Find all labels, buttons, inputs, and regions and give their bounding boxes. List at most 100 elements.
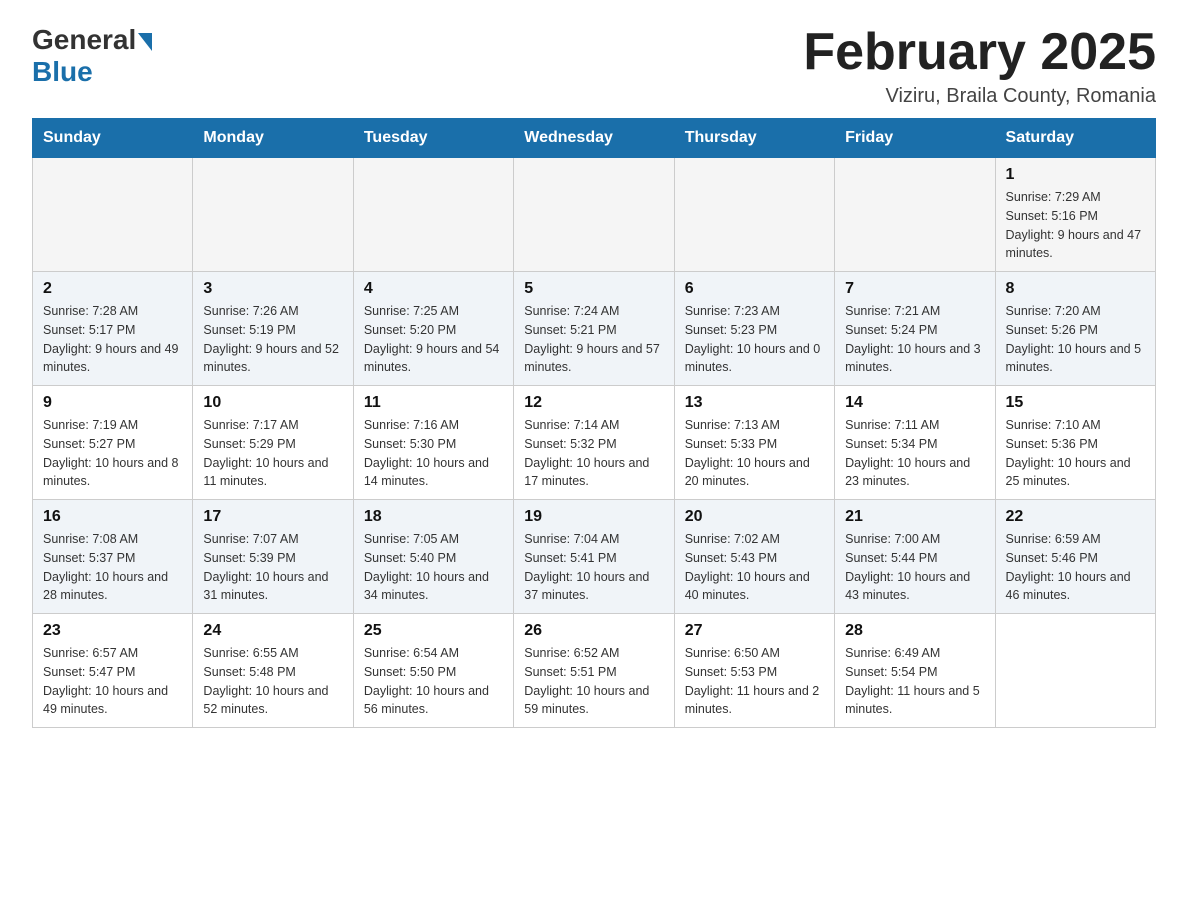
calendar-body: 1 Sunrise: 7:29 AM Sunset: 5:16 PM Daylig… [33, 158, 1156, 728]
calendar-cell: 25 Sunrise: 6:54 AM Sunset: 5:50 PM Dayli… [353, 614, 513, 728]
calendar-subtitle: Viziru, Braila County, Romania [803, 85, 1156, 108]
day-number: 3 [203, 280, 342, 298]
calendar-week-row: 1 Sunrise: 7:29 AM Sunset: 5:16 PM Daylig… [33, 158, 1156, 272]
day-number: 25 [364, 622, 503, 640]
calendar-cell: 28Sunrise: 6:49 AM Sunset: 5:54 PM Dayli… [835, 614, 995, 728]
calendar-cell [353, 158, 513, 272]
calendar-cell: 1 Sunrise: 7:29 AM Sunset: 5:16 PM Daylig… [995, 158, 1155, 272]
day-info: Sunrise: 7:10 AM Sunset: 5:36 PM Dayligh… [1006, 416, 1145, 491]
day-of-week-header: Friday [835, 119, 995, 158]
day-number: 15 [1006, 394, 1145, 412]
day-info: Sunrise: 7:04 AM Sunset: 5:41 PM Dayligh… [524, 530, 663, 605]
page-header: General Blue February 2025 Viziru, Brail… [32, 24, 1156, 108]
day-number: 12 [524, 394, 663, 412]
day-info: Sunrise: 6:52 AM Sunset: 5:51 PM Dayligh… [524, 644, 663, 719]
calendar-cell: 12 Sunrise: 7:14 AM Sunset: 5:32 PM Dayli… [514, 386, 674, 500]
calendar-cell: 11Sunrise: 7:16 AM Sunset: 5:30 PM Dayli… [353, 386, 513, 500]
day-info: Sunrise: 7:00 AM Sunset: 5:44 PM Dayligh… [845, 530, 984, 605]
day-info: Sunrise: 6:50 AM Sunset: 5:53 PM Dayligh… [685, 644, 824, 719]
logo-general-text: General [32, 24, 136, 56]
day-number: 23 [43, 622, 182, 640]
day-number: 24 [203, 622, 342, 640]
calendar-week-row: 9Sunrise: 7:19 AM Sunset: 5:27 PM Daylig… [33, 386, 1156, 500]
day-number: 26 [524, 622, 663, 640]
day-info: Sunrise: 7:24 AM Sunset: 5:21 PM Dayligh… [524, 302, 663, 377]
day-info: Sunrise: 7:20 AM Sunset: 5:26 PM Dayligh… [1006, 302, 1145, 377]
calendar-cell: 4 Sunrise: 7:25 AM Sunset: 5:20 PM Daylig… [353, 272, 513, 386]
calendar-week-row: 16 Sunrise: 7:08 AM Sunset: 5:37 PM Dayli… [33, 500, 1156, 614]
calendar-week-row: 2 Sunrise: 7:28 AM Sunset: 5:17 PM Daylig… [33, 272, 1156, 386]
day-info: Sunrise: 7:21 AM Sunset: 5:24 PM Dayligh… [845, 302, 984, 377]
day-number: 17 [203, 508, 342, 526]
day-number: 19 [524, 508, 663, 526]
day-number: 4 [364, 280, 503, 298]
day-info: Sunrise: 6:59 AM Sunset: 5:46 PM Dayligh… [1006, 530, 1145, 605]
day-of-week-header: Thursday [674, 119, 834, 158]
calendar-cell: 20Sunrise: 7:02 AM Sunset: 5:43 PM Dayli… [674, 500, 834, 614]
calendar-cell: 6 Sunrise: 7:23 AM Sunset: 5:23 PM Daylig… [674, 272, 834, 386]
calendar-cell [514, 158, 674, 272]
day-info: Sunrise: 7:23 AM Sunset: 5:23 PM Dayligh… [685, 302, 824, 377]
title-section: February 2025 Viziru, Braila County, Rom… [803, 24, 1156, 108]
days-of-week-row: SundayMondayTuesdayWednesdayThursdayFrid… [33, 119, 1156, 158]
day-number: 21 [845, 508, 984, 526]
calendar-cell [674, 158, 834, 272]
calendar-cell [995, 614, 1155, 728]
day-info: Sunrise: 7:13 AM Sunset: 5:33 PM Dayligh… [685, 416, 824, 491]
calendar-cell: 22Sunrise: 6:59 AM Sunset: 5:46 PM Dayli… [995, 500, 1155, 614]
logo-arrow-icon [138, 33, 152, 51]
day-info: Sunrise: 7:25 AM Sunset: 5:20 PM Dayligh… [364, 302, 503, 377]
day-info: Sunrise: 7:28 AM Sunset: 5:17 PM Dayligh… [43, 302, 182, 377]
day-info: Sunrise: 7:16 AM Sunset: 5:30 PM Dayligh… [364, 416, 503, 491]
day-info: Sunrise: 7:11 AM Sunset: 5:34 PM Dayligh… [845, 416, 984, 491]
calendar-cell: 9Sunrise: 7:19 AM Sunset: 5:27 PM Daylig… [33, 386, 193, 500]
day-info: Sunrise: 7:17 AM Sunset: 5:29 PM Dayligh… [203, 416, 342, 491]
day-info: Sunrise: 6:55 AM Sunset: 5:48 PM Dayligh… [203, 644, 342, 719]
calendar-cell: 15 Sunrise: 7:10 AM Sunset: 5:36 PM Dayli… [995, 386, 1155, 500]
day-info: Sunrise: 7:08 AM Sunset: 5:37 PM Dayligh… [43, 530, 182, 605]
calendar-cell: 10 Sunrise: 7:17 AM Sunset: 5:29 PM Dayli… [193, 386, 353, 500]
day-info: Sunrise: 6:57 AM Sunset: 5:47 PM Dayligh… [43, 644, 182, 719]
day-number: 27 [685, 622, 824, 640]
calendar-title: February 2025 [803, 24, 1156, 81]
calendar-cell: 16 Sunrise: 7:08 AM Sunset: 5:37 PM Dayli… [33, 500, 193, 614]
calendar-table: SundayMondayTuesdayWednesdayThursdayFrid… [32, 118, 1156, 728]
day-number: 13 [685, 394, 824, 412]
day-number: 7 [845, 280, 984, 298]
day-number: 28 [845, 622, 984, 640]
day-number: 10 [203, 394, 342, 412]
day-info: Sunrise: 6:54 AM Sunset: 5:50 PM Dayligh… [364, 644, 503, 719]
logo-text: General [32, 24, 152, 56]
day-of-week-header: Saturday [995, 119, 1155, 158]
day-of-week-header: Wednesday [514, 119, 674, 158]
day-number: 16 [43, 508, 182, 526]
calendar-cell: 27 Sunrise: 6:50 AM Sunset: 5:53 PM Dayli… [674, 614, 834, 728]
calendar-cell: 23 Sunrise: 6:57 AM Sunset: 5:47 PM Dayli… [33, 614, 193, 728]
day-info: Sunrise: 7:02 AM Sunset: 5:43 PM Dayligh… [685, 530, 824, 605]
day-number: 2 [43, 280, 182, 298]
calendar-cell: 14 Sunrise: 7:11 AM Sunset: 5:34 PM Dayli… [835, 386, 995, 500]
calendar-cell: 13 Sunrise: 7:13 AM Sunset: 5:33 PM Dayli… [674, 386, 834, 500]
calendar-cell [835, 158, 995, 272]
calendar-cell [33, 158, 193, 272]
day-number: 6 [685, 280, 824, 298]
day-number: 1 [1006, 166, 1145, 184]
day-info: Sunrise: 7:05 AM Sunset: 5:40 PM Dayligh… [364, 530, 503, 605]
calendar-cell: 26 Sunrise: 6:52 AM Sunset: 5:51 PM Dayli… [514, 614, 674, 728]
day-of-week-header: Sunday [33, 119, 193, 158]
day-number: 14 [845, 394, 984, 412]
calendar-cell: 5 Sunrise: 7:24 AM Sunset: 5:21 PM Daylig… [514, 272, 674, 386]
calendar-cell: 3Sunrise: 7:26 AM Sunset: 5:19 PM Daylig… [193, 272, 353, 386]
day-number: 5 [524, 280, 663, 298]
calendar-cell [193, 158, 353, 272]
day-number: 9 [43, 394, 182, 412]
calendar-cell: 21 Sunrise: 7:00 AM Sunset: 5:44 PM Dayli… [835, 500, 995, 614]
day-info: Sunrise: 7:29 AM Sunset: 5:16 PM Dayligh… [1006, 188, 1145, 263]
day-number: 18 [364, 508, 503, 526]
calendar-week-row: 23 Sunrise: 6:57 AM Sunset: 5:47 PM Dayli… [33, 614, 1156, 728]
day-info: Sunrise: 7:14 AM Sunset: 5:32 PM Dayligh… [524, 416, 663, 491]
calendar-cell: 8Sunrise: 7:20 AM Sunset: 5:26 PM Daylig… [995, 272, 1155, 386]
logo-blue-text: Blue [32, 56, 93, 88]
day-of-week-header: Monday [193, 119, 353, 158]
calendar-cell: 18 Sunrise: 7:05 AM Sunset: 5:40 PM Dayli… [353, 500, 513, 614]
